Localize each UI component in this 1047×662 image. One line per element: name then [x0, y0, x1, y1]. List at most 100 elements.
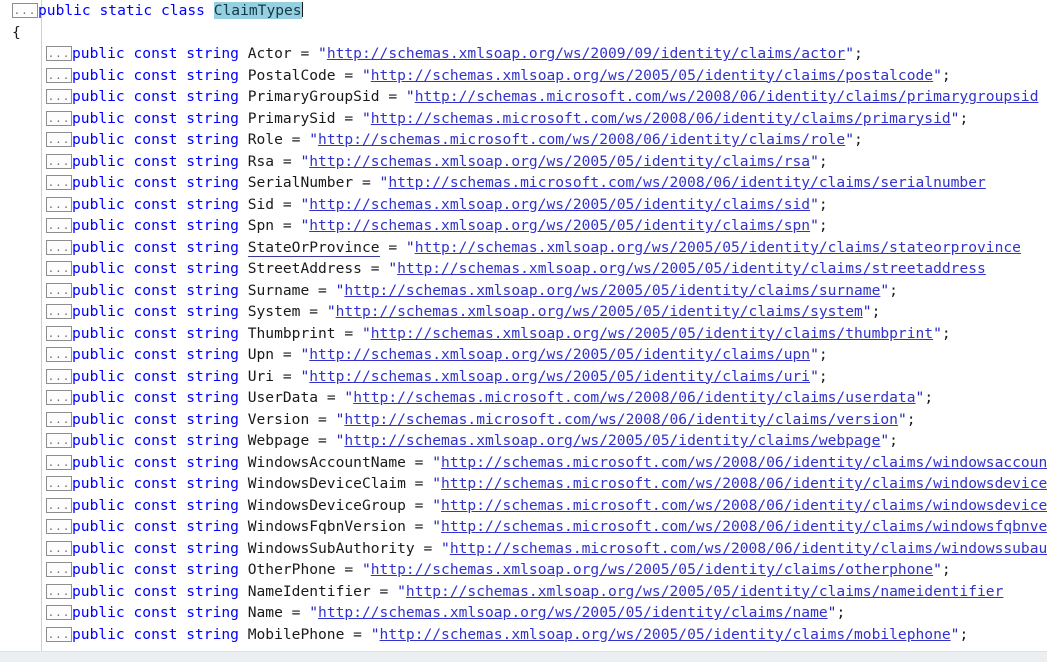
collapsed-region-marker[interactable]: ... — [12, 3, 38, 18]
code-line-const-declaration[interactable]: ... public const string PostalCode = "htt… — [0, 65, 1047, 87]
claim-type-url[interactable]: http://schemas.xmlsoap.org/ws/2005/05/id… — [336, 303, 863, 320]
collapsed-region-marker[interactable]: ... — [46, 390, 72, 405]
claim-type-url[interactable]: http://schemas.microsoft.com/ws/2008/06/… — [353, 389, 915, 406]
collapsed-region-marker[interactable]: ... — [46, 497, 72, 513]
member-name[interactable]: Version — [248, 411, 310, 428]
claim-type-url[interactable]: http://schemas.xmlsoap.org/ws/2005/05/id… — [309, 368, 810, 385]
code-line-const-declaration[interactable]: ... public const string Webpage = "http:/… — [0, 430, 1047, 452]
code-editor[interactable]: ... public static class ClaimTypes{... pub… — [0, 0, 1047, 662]
code-line-const-declaration[interactable]: ... public const string Thumbprint = "htt… — [0, 323, 1047, 345]
claim-type-url[interactable]: http://schemas.microsoft.com/ws/2008/06/… — [371, 110, 951, 127]
claim-type-url[interactable]: http://schemas.xmlsoap.org/ws/2005/05/id… — [371, 67, 933, 84]
code-line-const-declaration[interactable]: ... public const string NameIdentifier = … — [0, 581, 1047, 603]
collapsed-region-marker[interactable]: ... — [46, 433, 72, 448]
member-name[interactable]: MobilePhone — [248, 626, 345, 643]
code-line-const-declaration[interactable]: ... public const string UserData = "http:… — [0, 387, 1047, 409]
code-lines[interactable]: ... public static class ClaimTypes{... pub… — [0, 0, 1047, 645]
member-name[interactable]: WindowsAccountName — [248, 454, 406, 471]
claim-type-url[interactable]: http://schemas.microsoft.com/ws/2008/06/… — [318, 131, 845, 148]
collapsed-region-marker[interactable]: ... — [46, 175, 72, 190]
member-name[interactable]: Upn — [248, 346, 274, 363]
member-name[interactable]: StateOrProvince — [247, 238, 380, 257]
code-line-const-declaration[interactable]: ... public const string Rsa = "http://sch… — [0, 151, 1047, 173]
collapsed-region-marker[interactable]: ... — [46, 261, 72, 276]
claim-type-url[interactable]: http://schemas.microsoft.com/ws/2008/06/… — [450, 540, 1047, 557]
claim-type-url[interactable]: http://schemas.xmlsoap.org/ws/2005/05/id… — [318, 604, 828, 621]
code-line-const-declaration[interactable]: ... public const string Name = "http://sc… — [0, 602, 1047, 624]
code-line-const-declaration[interactable]: ... public const string OtherPhone = "htt… — [0, 559, 1047, 581]
claim-type-url[interactable]: http://schemas.xmlsoap.org/ws/2005/05/id… — [309, 217, 810, 234]
member-name[interactable]: WindowsDeviceGroup — [248, 497, 406, 514]
collapsed-region-marker[interactable]: ... — [46, 132, 72, 147]
collapsed-region-marker[interactable]: ... — [46, 89, 72, 104]
member-name[interactable]: SerialNumber — [248, 174, 353, 191]
code-line-const-declaration[interactable]: ... public const string PrimaryGroupSid =… — [0, 86, 1047, 108]
code-line-const-declaration[interactable]: ... public const string StateOrProvince =… — [0, 237, 1047, 259]
code-line-const-declaration[interactable]: ... public const string Version = "http:/… — [0, 409, 1047, 431]
member-name[interactable]: NameIdentifier — [248, 583, 371, 600]
collapsed-region-marker[interactable]: ... — [46, 411, 72, 427]
claim-type-url[interactable]: http://schemas.xmlsoap.org/ws/2005/05/id… — [344, 432, 880, 449]
collapsed-region-marker[interactable]: ... — [46, 239, 72, 255]
claim-type-url[interactable]: http://schemas.xmlsoap.org/ws/2005/05/id… — [344, 282, 880, 299]
collapsed-region-marker[interactable]: ... — [46, 454, 72, 470]
member-name[interactable]: System — [248, 303, 301, 320]
claim-type-url[interactable]: http://schemas.microsoft.com/ws/2008/06/… — [344, 411, 898, 428]
collapsed-region-marker[interactable]: ... — [46, 153, 72, 169]
code-line-const-declaration[interactable]: ... public const string Sid = "http://sch… — [0, 194, 1047, 216]
member-name[interactable]: WindowsSubAuthority — [248, 540, 415, 557]
claim-type-url[interactable]: http://schemas.xmlsoap.org/ws/2005/05/id… — [309, 153, 810, 170]
claim-type-url[interactable]: http://schemas.xmlsoap.org/ws/2005/05/id… — [309, 196, 810, 213]
member-name[interactable]: PrimarySid — [248, 110, 336, 127]
code-line-const-declaration[interactable]: ... public const string WindowsFqbnVersio… — [0, 516, 1047, 538]
member-name[interactable]: PrimaryGroupSid — [248, 88, 380, 105]
collapsed-region-marker[interactable]: ... — [46, 368, 72, 384]
member-name[interactable]: Rsa — [248, 153, 274, 170]
member-name[interactable]: Name — [248, 604, 283, 621]
claim-type-url[interactable]: http://schemas.microsoft.com/ws/2008/06/… — [441, 518, 1047, 535]
member-name[interactable]: Actor — [248, 45, 292, 62]
claim-type-url[interactable]: http://schemas.xmlsoap.org/ws/2005/05/id… — [415, 239, 1021, 256]
code-line-const-declaration[interactable]: ... public const string System = "http://… — [0, 301, 1047, 323]
collapsed-region-marker[interactable]: ... — [46, 605, 72, 620]
claim-type-url[interactable]: http://schemas.xmlsoap.org/ws/2009/09/id… — [327, 45, 845, 62]
collapsed-region-marker[interactable]: ... — [46, 583, 72, 599]
code-line-const-declaration[interactable]: ... public const string StreetAddress = "… — [0, 258, 1047, 280]
collapsed-region-marker[interactable]: ... — [46, 110, 72, 126]
code-line-const-declaration[interactable]: ... public const string Actor = "http://s… — [0, 43, 1047, 65]
claim-type-url[interactable]: http://schemas.xmlsoap.org/ws/2005/05/id… — [371, 561, 933, 578]
collapsed-region-marker[interactable]: ... — [46, 347, 72, 362]
code-line-const-declaration[interactable]: ... public const string Spn = "http://sch… — [0, 215, 1047, 237]
claim-type-url[interactable]: http://schemas.xmlsoap.org/ws/2005/05/id… — [406, 583, 1003, 600]
member-name[interactable]: Sid — [248, 196, 274, 213]
code-line-const-declaration[interactable]: ... public const string Uri = "http://sch… — [0, 366, 1047, 388]
code-line-const-declaration[interactable]: ... public const string MobilePhone = "ht… — [0, 624, 1047, 646]
member-name[interactable]: Thumbprint — [248, 325, 336, 342]
collapsed-region-marker[interactable]: ... — [46, 196, 72, 212]
member-name[interactable]: Webpage — [248, 432, 310, 449]
claim-type-url[interactable]: http://schemas.microsoft.com/ws/2008/06/… — [415, 88, 1039, 105]
code-line-open-brace[interactable]: { — [0, 22, 1047, 44]
member-name[interactable]: WindowsDeviceClaim — [248, 475, 406, 492]
code-line-const-declaration[interactable]: ... public const string PrimarySid = "htt… — [0, 108, 1047, 130]
member-name[interactable]: OtherPhone — [248, 561, 336, 578]
code-line-class-declaration[interactable]: ... public static class ClaimTypes — [0, 0, 1047, 22]
member-name[interactable]: Uri — [248, 368, 274, 385]
claim-type-url[interactable]: http://schemas.xmlsoap.org/ws/2005/05/id… — [397, 260, 986, 277]
collapsed-region-marker[interactable]: ... — [46, 540, 72, 556]
collapsed-region-marker[interactable]: ... — [46, 519, 72, 534]
collapsed-region-marker[interactable]: ... — [46, 67, 72, 83]
code-line-const-declaration[interactable]: ... public const string WindowsDeviceGrou… — [0, 495, 1047, 517]
collapsed-region-marker[interactable]: ... — [46, 325, 72, 341]
class-name-claimtypes[interactable]: ClaimTypes — [213, 2, 302, 19]
code-line-const-declaration[interactable]: ... public const string Role = "http://sc… — [0, 129, 1047, 151]
claim-type-url[interactable]: http://schemas.xmlsoap.org/ws/2005/05/id… — [309, 346, 810, 363]
claim-type-url[interactable]: http://schemas.microsoft.com/ws/2008/06/… — [388, 174, 985, 191]
member-name[interactable]: Role — [248, 131, 283, 148]
member-name[interactable]: StreetAddress — [248, 260, 362, 277]
member-name[interactable]: UserData — [248, 389, 318, 406]
claim-type-url[interactable]: http://schemas.xmlsoap.org/ws/2005/05/id… — [371, 325, 933, 342]
code-line-const-declaration[interactable]: ... public const string Upn = "http://sch… — [0, 344, 1047, 366]
code-line-const-declaration[interactable]: ... public const string Surname = "http:/… — [0, 280, 1047, 302]
code-line-const-declaration[interactable]: ... public const string WindowsSubAuthori… — [0, 538, 1047, 560]
